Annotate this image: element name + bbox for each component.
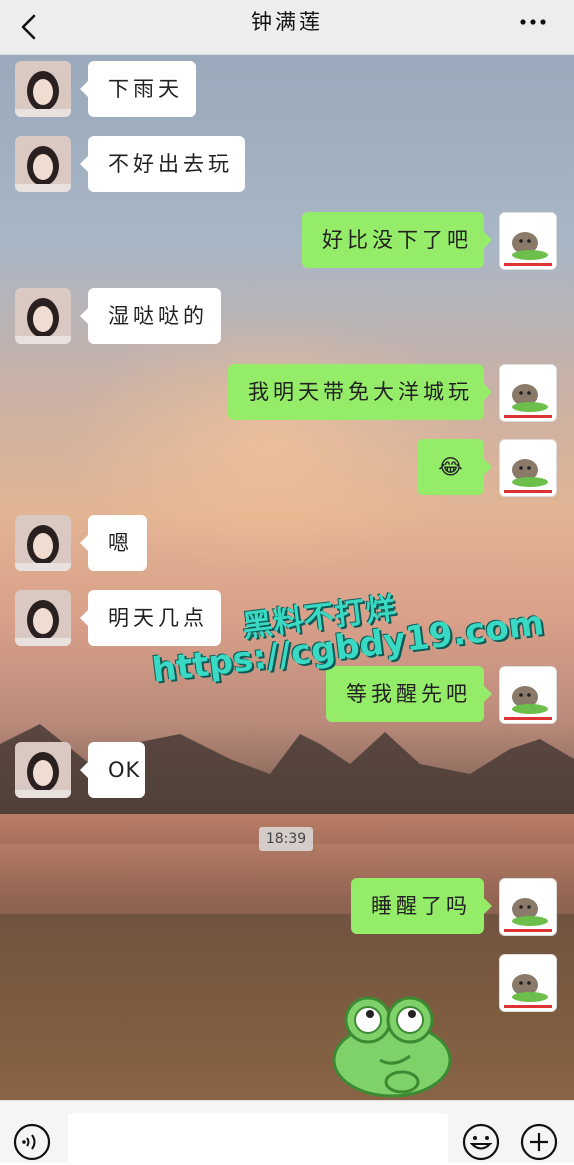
- message-bubble-sent[interactable]: 😂: [417, 439, 492, 495]
- message-bubble-received[interactable]: 不好出去玩: [80, 136, 245, 192]
- contact-avatar[interactable]: [15, 288, 71, 344]
- add-more-icon[interactable]: [520, 1123, 558, 1161]
- chat-header: 钟满莲: [0, 0, 574, 55]
- self-avatar[interactable]: [499, 954, 557, 1012]
- contact-avatar[interactable]: [15, 136, 71, 192]
- message-row: 睡醒了吗: [0, 878, 574, 938]
- chat-title: 钟满莲: [251, 10, 323, 34]
- message-bubble-sent[interactable]: 我明天带免大洋城玩: [228, 364, 492, 420]
- message-bubble-received[interactable]: 下雨天: [80, 61, 196, 117]
- self-avatar[interactable]: [499, 666, 557, 724]
- message-row: [0, 954, 574, 1094]
- self-avatar[interactable]: [499, 364, 557, 422]
- message-row: OK: [0, 742, 574, 802]
- self-avatar[interactable]: [499, 439, 557, 497]
- message-bubble-sent[interactable]: 好比没下了吧: [302, 212, 492, 268]
- message-bubble-sent[interactable]: 睡醒了吗: [351, 878, 492, 934]
- message-timestamp: 18:39: [259, 827, 313, 851]
- contact-avatar[interactable]: [15, 742, 71, 798]
- message-row: 😂: [0, 439, 574, 499]
- more-options-icon[interactable]: [518, 12, 548, 42]
- frog-sticker[interactable]: [330, 990, 460, 1100]
- message-bubble-received[interactable]: 湿哒哒的: [80, 288, 221, 344]
- message-bubble-received[interactable]: 嗯: [80, 515, 147, 571]
- message-row: 好比没下了吧: [0, 212, 574, 272]
- chat-input-bar: [0, 1100, 574, 1165]
- message-text-input[interactable]: [68, 1113, 448, 1165]
- message-row: 湿哒哒的: [0, 288, 574, 348]
- self-avatar[interactable]: [499, 878, 557, 936]
- message-row: 不好出去玩: [0, 136, 574, 196]
- message-row: 下雨天: [0, 61, 574, 121]
- self-avatar[interactable]: [499, 212, 557, 270]
- message-bubble-received[interactable]: OK: [80, 742, 145, 798]
- message-row: 嗯: [0, 515, 574, 575]
- voice-input-icon[interactable]: [13, 1123, 51, 1161]
- contact-avatar[interactable]: [15, 515, 71, 571]
- emoji-icon[interactable]: [462, 1123, 500, 1161]
- contact-avatar[interactable]: [15, 590, 71, 646]
- contact-avatar[interactable]: [15, 61, 71, 117]
- message-row: 我明天带免大洋城玩: [0, 364, 574, 424]
